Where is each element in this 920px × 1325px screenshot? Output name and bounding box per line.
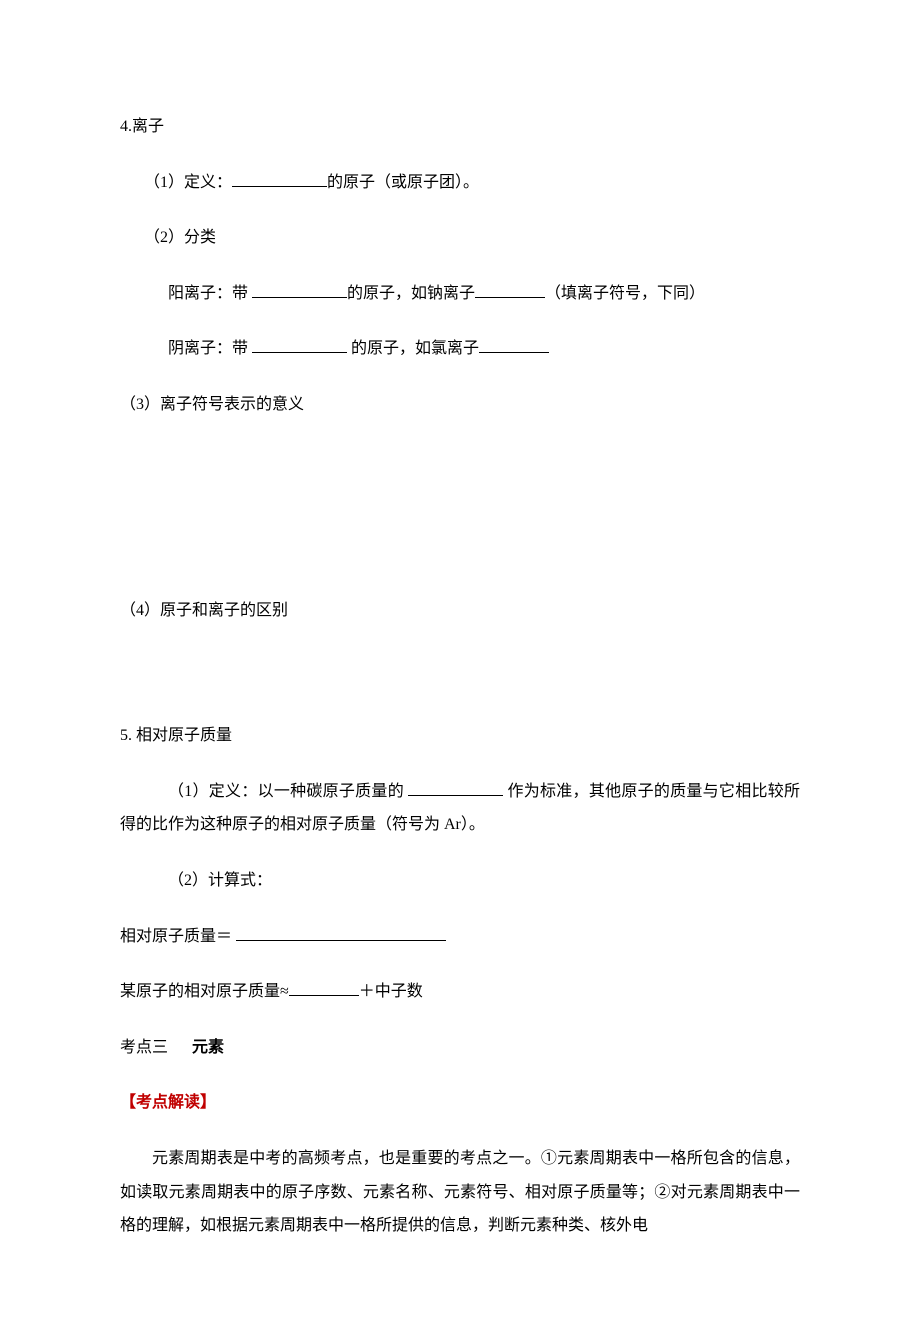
text: （1）定义：: [144, 174, 232, 191]
text: 某原子的相对原子质量≈: [120, 983, 289, 1000]
blank-fill[interactable]: [479, 336, 549, 353]
blank-fill[interactable]: [408, 779, 503, 796]
s4-symbol-meaning: （3）离子符号表示的意义: [120, 388, 800, 422]
text: （填离子符号，下同）: [545, 285, 705, 302]
answer-blank-area: [120, 444, 800, 594]
text: ＋中子数: [359, 983, 423, 1000]
s4-cation-line: 阳离子：带 的原子，如钠离子 （填离子符号，下同）: [120, 277, 800, 311]
text: （1）定义：以一种碳原子质量的: [168, 783, 408, 800]
topic-prefix: 考点三: [120, 1039, 168, 1056]
s5-formula-line: 相对原子质量＝: [120, 920, 800, 954]
text: 的原子，如氯离子: [347, 340, 479, 357]
text: 相对原子质量＝: [120, 928, 236, 945]
s4-definition-line: （1）定义： 的原子（或原子团）。: [120, 166, 800, 200]
s5-formula-label: （2）计算式：: [120, 864, 800, 898]
topic-main: 元素: [192, 1039, 224, 1056]
text: 的原子（或原子团）。: [327, 174, 479, 191]
section-4-title: 4.离子: [120, 110, 800, 144]
s4-atom-ion-diff: （4）原子和离子的区别: [120, 594, 800, 628]
section-5-title: 5. 相对原子质量: [120, 719, 800, 753]
blank-fill[interactable]: [236, 924, 446, 941]
blank-fill[interactable]: [252, 336, 347, 353]
s4-classification-label: （2）分类: [120, 221, 800, 255]
text: 阴离子：带: [168, 340, 252, 357]
s4-anion-line: 阴离子：带 的原子，如氯离子: [120, 332, 800, 366]
topic-3-heading: 考点三 元素: [120, 1031, 800, 1065]
answer-blank-area: [120, 649, 800, 719]
reading-body: 元素周期表是中考的高频考点，也是重要的考点之一。①元素周期表中一格所包含的信息，…: [120, 1142, 800, 1243]
reading-title: 【考点解读】: [120, 1086, 800, 1120]
s5-approx-line: 某原子的相对原子质量≈ ＋中子数: [120, 975, 800, 1009]
blank-fill[interactable]: [289, 979, 359, 996]
text: 阳离子：带: [168, 285, 252, 302]
text: 的原子，如钠离子: [347, 285, 475, 302]
blank-fill[interactable]: [252, 281, 347, 298]
blank-fill[interactable]: [475, 281, 545, 298]
s5-definition-line: （1）定义：以一种碳原子质量的 作为标准，其他原子的质量与它相比较所得的比作为这…: [120, 775, 800, 842]
blank-fill[interactable]: [232, 170, 327, 187]
